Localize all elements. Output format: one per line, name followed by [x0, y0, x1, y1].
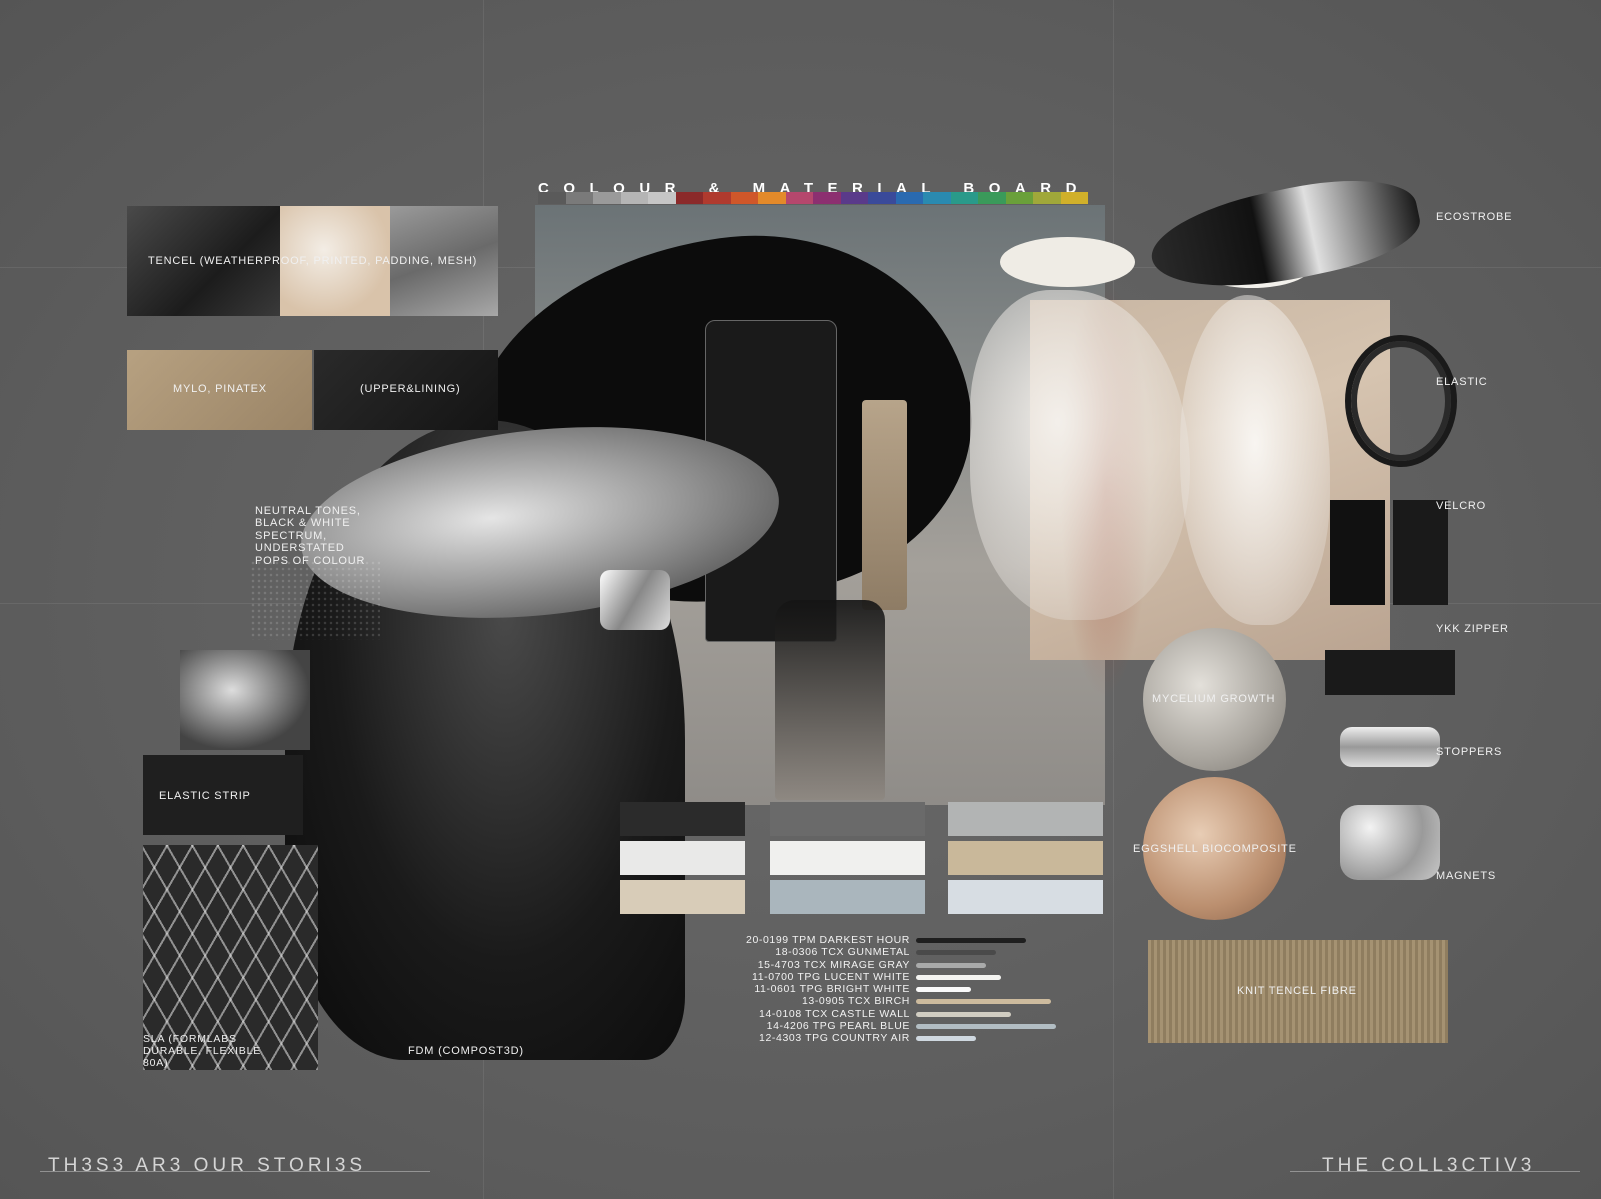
footer-underline	[40, 1171, 430, 1172]
spectrum-swatch	[840, 192, 868, 204]
ecostrobe-shoe	[1143, 162, 1427, 308]
goggles	[600, 570, 670, 630]
mylo-label: MYLO, PINATEX	[173, 383, 267, 395]
palette-block	[948, 802, 1103, 836]
spectrum-swatch	[813, 192, 841, 204]
ykk-zipper-swatch	[1325, 650, 1455, 695]
pantone-bar	[916, 950, 996, 956]
pantone-bar	[916, 999, 1051, 1005]
fdm-label: FDM (COMPOST3D)	[408, 1045, 524, 1057]
sla-label-line: DURABLE, FLEXIBLE	[143, 1045, 262, 1057]
pantone-entry: 11-0601 TPG BRIGHT WHITE	[700, 983, 1060, 995]
stopper-toggle	[1340, 727, 1440, 767]
velcro-loop	[1393, 500, 1448, 605]
colour-spectrum-strip	[538, 192, 1088, 204]
spectrum-swatch	[785, 192, 813, 204]
description-line: NEUTRAL TONES,	[255, 505, 361, 517]
description-line: UNDERSTATED	[255, 542, 345, 555]
palette-block	[620, 841, 745, 875]
pantone-entry: 13-0905 TCX BIRCH	[700, 995, 1060, 1007]
pantone-entry: 14-0108 TCX CASTLE WALL	[700, 1008, 1060, 1020]
palette-block	[770, 802, 925, 836]
spectrum-swatch	[923, 192, 951, 204]
spectrum-swatch	[675, 192, 703, 204]
mycelium-label: MYCELIUM GROWTH	[1152, 693, 1276, 705]
pantone-bar	[916, 987, 971, 993]
ecostrobe-label: ECOSTROBE	[1436, 211, 1513, 223]
pantone-entry: 15-4703 TCX MIRAGE GRAY	[700, 959, 1060, 971]
ykk-zipper-label: YKK ZIPPER	[1436, 623, 1509, 635]
elastic-cord	[1345, 335, 1457, 467]
beige-scarf	[862, 400, 907, 610]
spectrum-swatch	[593, 192, 621, 204]
pantone-code: 15-4703 TCX MIRAGE GRAY	[757, 958, 910, 971]
white-hat	[1000, 237, 1135, 287]
pantone-entry: 18-0306 TCX GUNMETAL	[700, 946, 1060, 958]
pantone-code: 12-4303 TPG COUNTRY AIR	[759, 1032, 910, 1045]
spectrum-swatch	[620, 192, 648, 204]
palette-block	[948, 841, 1103, 875]
elastic-strip-photo	[180, 650, 310, 750]
pantone-code: 13-0905 TCX BIRCH	[801, 995, 910, 1008]
pantone-bar	[916, 1011, 1011, 1017]
palette-description: NEUTRAL TONES, BLACK & WHITE SPECTRUM, U…	[255, 505, 365, 567]
footer-underline	[1290, 1171, 1580, 1172]
pantone-code: 18-0306 TCX GUNMETAL	[775, 946, 910, 959]
description-line: SPECTRUM,	[255, 529, 327, 542]
pantone-entry: 12-4303 TPG COUNTRY AIR	[700, 1032, 1060, 1044]
spectrum-swatch	[978, 192, 1006, 204]
eggshell-label: EGGSHELL BIOCOMPOSITE	[1133, 843, 1297, 855]
pantone-list: 20-0199 TPM DARKEST HOUR 18-0306 TCX GUNM…	[700, 934, 1060, 1045]
pantone-code: 14-0108 TCX CASTLE WALL	[759, 1007, 910, 1020]
pantone-entry: 14-4206 TPG PEARL BLUE	[700, 1020, 1060, 1032]
upper-lining-label: (UPPER&LINING)	[360, 383, 461, 395]
pantone-bar	[916, 962, 986, 968]
spectrum-swatch	[730, 192, 758, 204]
description-line: BLACK & WHITE	[255, 517, 351, 530]
pantone-bar	[916, 1024, 1056, 1030]
pantone-code: 14-4206 TPG PEARL BLUE	[766, 1020, 910, 1033]
stoppers-label: STOPPERS	[1436, 746, 1503, 758]
sla-label: SLA (FORMLABS DURABLE, FLEXIBLE 80A)	[143, 1033, 261, 1069]
elastic-label: ELASTIC	[1436, 376, 1488, 388]
footer-brand: THE COLL3CTIV3	[1322, 1155, 1536, 1176]
knit-tencel-label: KNIT TENCEL FIBRE	[1237, 985, 1357, 997]
velcro-hook	[1330, 500, 1385, 605]
pantone-bar	[916, 974, 1001, 980]
spectrum-swatch	[895, 192, 923, 204]
spectrum-swatch	[1005, 192, 1033, 204]
spectrum-swatch	[538, 192, 566, 204]
spectrum-swatch	[648, 192, 676, 204]
pantone-bar	[916, 938, 1026, 943]
pantone-code: 11-0601 TPG BRIGHT WHITE	[754, 983, 910, 996]
palette-block	[770, 880, 925, 914]
palette-block	[620, 880, 745, 914]
pantone-entry: 20-0199 TPM DARKEST HOUR	[700, 934, 1060, 946]
magnets-stack	[1340, 805, 1440, 880]
elastic-strip-label: ELASTIC STRIP	[159, 790, 251, 802]
spectrum-swatch	[565, 192, 593, 204]
spectrum-swatch	[1060, 192, 1088, 204]
pantone-code: 20-0199 TPM DARKEST HOUR	[746, 934, 910, 946]
footer-tagline: TH3S3 AR3 OUR STORI3S	[48, 1155, 367, 1176]
sla-label-line: SLA (FORMLABS	[143, 1033, 237, 1045]
halftone-dots	[250, 560, 380, 640]
standing-figure	[775, 600, 885, 800]
sla-label-line: 80A)	[143, 1057, 169, 1069]
palette-block	[770, 841, 925, 875]
tencel-label: TENCEL (WEATHERPROOF, PRINTED, PADDING, …	[148, 255, 478, 267]
palette-block	[948, 880, 1103, 914]
spectrum-swatch	[950, 192, 978, 204]
spectrum-swatch	[1033, 192, 1061, 204]
palette-block	[620, 802, 745, 836]
spectrum-swatch	[703, 192, 731, 204]
spectrum-swatch	[868, 192, 896, 204]
magnets-label: MAGNETS	[1436, 870, 1496, 882]
pantone-bar	[916, 1036, 976, 1042]
pantone-code: 11-0700 TPG LUCENT WHITE	[752, 970, 910, 983]
velcro-label: VELCRO	[1436, 500, 1487, 512]
spectrum-swatch	[758, 192, 786, 204]
pantone-entry: 11-0700 TPG LUCENT WHITE	[700, 971, 1060, 983]
